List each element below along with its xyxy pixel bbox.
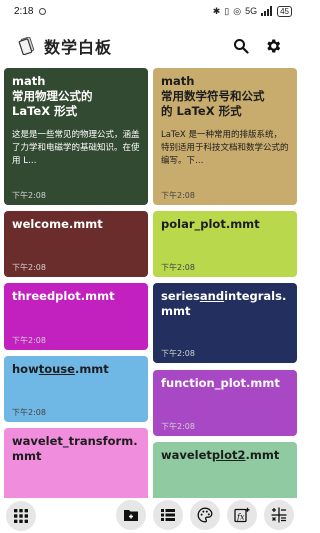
note-title-line: 的 LaTeX 形式: [161, 104, 242, 118]
network-type-label: 5G: [245, 6, 258, 16]
bottom-toolbar: fx: [0, 498, 300, 533]
bluetooth-icon: ✱: [212, 5, 221, 16]
battery-indicator: 45: [277, 5, 292, 17]
note-title-line: 常用物理公式的: [12, 89, 93, 103]
note-title-line: math: [12, 74, 46, 88]
search-icon: [234, 39, 249, 54]
note-title: threedplot.mmt: [12, 289, 115, 303]
notification-dot-icon: [39, 7, 47, 15]
note-title-line: LaTeX 形式: [12, 104, 78, 118]
new-formula-icon: fx: [234, 507, 250, 523]
note-timestamp: 下午2:08: [12, 336, 46, 345]
note-card-function-plot[interactable]: function_plot.mmt 下午2:08: [153, 370, 297, 436]
note-timestamp: 下午2:08: [12, 408, 46, 417]
notes-grid: math 常用物理公式的 LaTeX 形式 这是是一些常见的物理公式，涵盖了力学…: [0, 68, 300, 498]
whiteboard-logo-icon: [18, 37, 35, 55]
app-title: 数学白板: [44, 38, 113, 57]
note-card-waveletplot2[interactable]: waveletplot2.mmt: [153, 442, 297, 498]
palette-icon: [197, 507, 213, 523]
note-title: function_plot.mmt: [161, 376, 280, 390]
note-title: polar_plot.mmt: [161, 217, 260, 231]
note-card-welcome[interactable]: welcome.mmt 下午2:08: [4, 211, 148, 277]
note-title: welcome.mmt: [12, 217, 103, 231]
note-timestamp: 下午2:08: [12, 191, 46, 200]
new-formula-button[interactable]: fx: [227, 500, 257, 530]
apps-grid-button[interactable]: [6, 500, 36, 531]
note-card-polar-plot[interactable]: polar_plot.mmt 下午2:08: [153, 211, 297, 277]
note-timestamp: 下午2:08: [161, 422, 195, 431]
new-folder-button[interactable]: [116, 500, 146, 530]
note-card-physics-formulas[interactable]: math 常用物理公式的 LaTeX 形式 这是是一些常见的物理公式，涵盖了力学…: [4, 68, 148, 205]
note-preview-text: LaTeX 是一种常用的排版系统，特别适用于科技文档和数学公式的编写。下…: [161, 130, 289, 166]
svg-text:fx: fx: [236, 513, 245, 522]
note-title-line: math: [161, 74, 195, 88]
note-timestamp: 下午2:08: [161, 349, 195, 358]
settings-button[interactable]: [260, 33, 286, 59]
note-title-line: mmt: [12, 449, 42, 463]
note-title-line: 常用数学符号和公式: [161, 89, 265, 103]
calculator-icon: [271, 507, 287, 523]
apps-grid-icon: [14, 508, 28, 523]
note-timestamp: 下午2:08: [12, 263, 46, 272]
list-view-icon: [161, 509, 175, 521]
vibrate-icon: ▯: [224, 5, 230, 16]
note-title-line: seriesandintegrals.: [161, 289, 287, 303]
calculator-button[interactable]: [264, 500, 294, 530]
app-bar: 数学白板: [0, 26, 300, 66]
status-time: 2:18: [14, 5, 34, 17]
search-button[interactable]: [228, 33, 254, 59]
note-card-math-symbols[interactable]: math 常用数学符号和公式 的 LaTeX 形式 LaTeX 是一种常用的排版…: [153, 68, 297, 205]
new-folder-icon: [124, 510, 138, 521]
note-title: howtouse.mmt: [12, 362, 109, 376]
note-card-howtouse[interactable]: howtouse.mmt 下午2:08: [4, 356, 148, 422]
signal-icon: [261, 6, 273, 16]
note-card-wavelet-transform[interactable]: wavelet_transform. mmt: [4, 428, 148, 498]
note-title-line: wavelet_transform.: [12, 434, 138, 448]
gear-icon: [267, 39, 281, 53]
note-preview-text: 这是是一些常见的物理公式，涵盖了力学和电磁学的基础知识。在使用 L…: [12, 130, 140, 166]
note-card-series-integrals[interactable]: seriesandintegrals. mmt 下午2:08: [153, 283, 297, 363]
note-card-threedplot[interactable]: threedplot.mmt 下午2:08: [4, 283, 148, 350]
note-timestamp: 下午2:08: [161, 191, 195, 200]
note-title-line: mmt: [161, 304, 191, 318]
list-view-button[interactable]: [153, 500, 183, 530]
note-timestamp: 下午2:08: [161, 263, 195, 272]
theme-color-button[interactable]: [190, 500, 220, 530]
note-title: waveletplot2.mmt: [161, 448, 280, 462]
status-bar: 2:18 ✱ ▯ ◎ 5G 45: [0, 0, 300, 22]
hotspot-icon: ◎: [233, 5, 242, 16]
